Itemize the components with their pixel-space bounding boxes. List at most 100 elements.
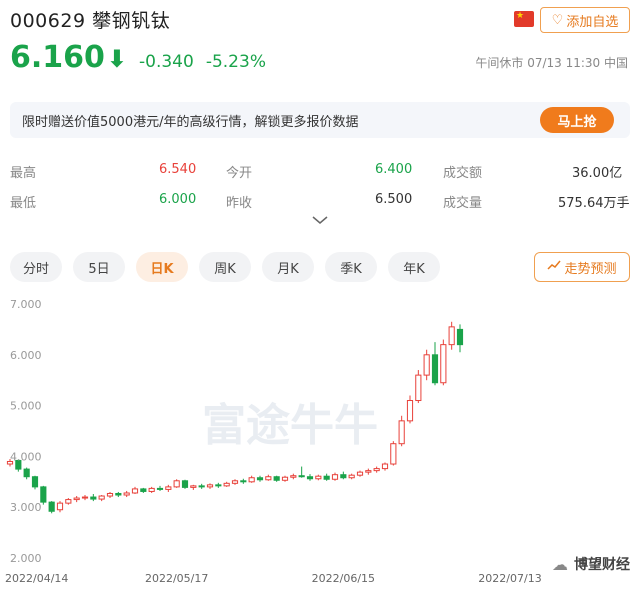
candle-up xyxy=(123,492,130,496)
candle-up xyxy=(206,484,214,488)
candle-up xyxy=(423,354,430,376)
down-arrow-icon: ⬇ xyxy=(106,45,128,73)
candle-up xyxy=(331,474,339,480)
price-change-pct: -5.23% xyxy=(205,52,266,72)
candle-up xyxy=(315,475,322,480)
candle-down xyxy=(306,476,314,480)
wechat-logo-icon: ☁ xyxy=(552,554,568,574)
candle-up xyxy=(248,477,255,483)
candle-up xyxy=(73,497,80,501)
tab-intraday[interactable]: 分时 xyxy=(10,252,62,282)
trend-predict-label: 走势预测 xyxy=(564,261,617,277)
footer-logo: ☁ 博望财经 xyxy=(552,554,630,574)
chart-watermark: 富途牛牛 xyxy=(202,400,378,451)
candle-up xyxy=(98,495,105,500)
candle-down xyxy=(90,496,97,500)
candle-up xyxy=(173,480,180,488)
candle-down xyxy=(298,475,305,478)
chevron-down-icon[interactable] xyxy=(311,214,329,229)
candle-up xyxy=(373,468,380,472)
tab-daily-k[interactable]: 日K xyxy=(136,252,188,282)
candle-up xyxy=(406,400,414,422)
chart-period-tabs: 分时 5日 日K 周K 月K 季K 年K xyxy=(10,252,440,282)
x-tick-label: 2022/04/14 xyxy=(5,572,68,585)
volume-label: 成交量 xyxy=(443,196,483,211)
low-label: 最低 xyxy=(10,196,37,211)
tab-5day[interactable]: 5日 xyxy=(73,252,125,282)
footer-brand: 博望财经 xyxy=(574,557,630,573)
candle-up xyxy=(290,475,297,478)
prev-close-label: 昨收 xyxy=(226,196,253,211)
candle-up xyxy=(231,480,239,484)
candle-up xyxy=(381,463,389,470)
tab-monthly-k[interactable]: 月K xyxy=(262,252,314,282)
candle-up xyxy=(440,344,447,384)
candle-up xyxy=(348,474,355,479)
market-status: 午间休市 07/13 11:30 中国 xyxy=(475,56,628,70)
promo-banner[interactable]: 限时赠送价值5000港元/年的高级行情，解锁更多报价数据 马上抢 xyxy=(10,102,630,138)
candle-up xyxy=(365,470,372,473)
current-price: 6.160 xyxy=(10,40,105,75)
tab-weekly-k[interactable]: 周K xyxy=(199,252,251,282)
x-tick-label: 2022/05/17 xyxy=(145,572,208,585)
candle-down xyxy=(340,474,347,479)
candle-down xyxy=(456,328,464,346)
y-tick-label: 7.000 xyxy=(10,298,42,311)
candle-down xyxy=(40,486,47,503)
add-watchlist-label: 添加自选 xyxy=(566,14,619,30)
y-tick-label: 5.000 xyxy=(10,400,42,413)
tab-quarterly-k[interactable]: 季K xyxy=(325,252,377,282)
high-value: 6.540 xyxy=(159,162,197,177)
candle-up xyxy=(448,326,455,346)
y-tick-label: 6.000 xyxy=(10,349,42,362)
grab-now-button[interactable]: 马上抢 xyxy=(540,107,614,133)
candle-down xyxy=(48,501,55,512)
candle-up xyxy=(165,486,172,490)
china-flag-icon xyxy=(514,10,534,27)
candle-up xyxy=(415,374,422,402)
volume-value: 575.64万手 xyxy=(558,196,630,211)
candle-down xyxy=(273,476,280,481)
candle-down xyxy=(181,480,189,488)
y-tick-label: 3.000 xyxy=(10,501,42,514)
open-label: 今开 xyxy=(226,166,253,181)
candle-up xyxy=(265,476,272,481)
candle-up xyxy=(148,487,155,492)
candlestick-chart[interactable]: 富途牛牛 7.000 6.000 5.000 4.000 3.000 2.000 2022… xyxy=(0,290,640,590)
candle-up xyxy=(106,492,114,497)
price-change: -0.340 xyxy=(139,52,194,72)
candle-up xyxy=(56,502,64,511)
candle-up xyxy=(131,488,139,494)
x-tick-label: 2022/06/15 xyxy=(312,572,375,585)
candle-up xyxy=(190,485,197,488)
prev-close-value: 6.500 xyxy=(375,192,413,207)
add-watchlist-button[interactable]: ♡ 添加自选 xyxy=(540,7,630,33)
candle-up xyxy=(223,482,230,487)
candle-up xyxy=(65,499,72,504)
low-value: 6.000 xyxy=(159,192,197,207)
candle-up xyxy=(281,476,289,481)
trend-predict-button[interactable]: 走势预测 xyxy=(534,252,630,282)
candle-down xyxy=(140,488,147,492)
candle-up xyxy=(390,443,397,465)
tab-yearly-k[interactable]: 年K xyxy=(388,252,440,282)
open-value: 6.400 xyxy=(375,162,413,177)
candle-down xyxy=(323,475,330,480)
heart-icon: ♡ xyxy=(551,12,564,28)
candle-down xyxy=(256,477,264,481)
candle-down xyxy=(198,485,205,488)
stock-title: 000629 攀钢钒钛 xyxy=(10,10,171,32)
amount-value: 36.00亿 xyxy=(572,166,623,181)
candle-down xyxy=(431,354,439,384)
candle-down xyxy=(156,487,164,490)
candle-down xyxy=(23,468,30,478)
price-row: 6.160 ⬇ -0.340 -5.23% xyxy=(10,40,278,75)
candle-down xyxy=(240,480,247,483)
y-tick-label: 2.000 xyxy=(10,552,42,565)
trend-chart-icon xyxy=(547,259,562,275)
candle-down xyxy=(215,484,222,487)
high-label: 最高 xyxy=(10,166,37,181)
x-tick-label: 2022/07/13 xyxy=(478,572,541,585)
candle-down xyxy=(115,492,122,496)
candle-up xyxy=(81,496,89,499)
